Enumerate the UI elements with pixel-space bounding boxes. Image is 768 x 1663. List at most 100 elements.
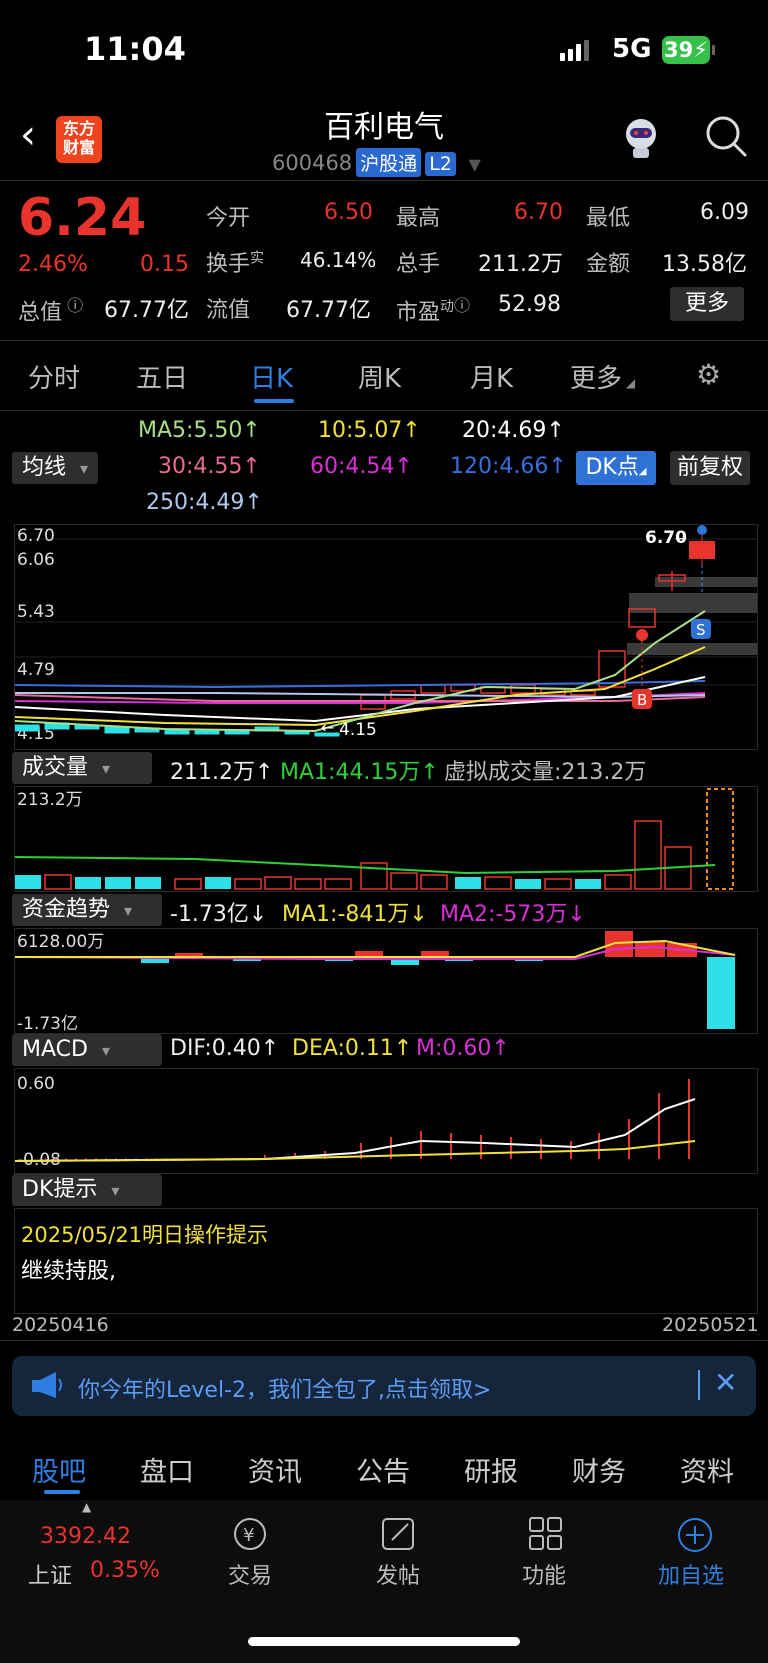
sell-marker-label: S: [696, 621, 706, 639]
capital-trend-select[interactable]: 资金趋势: [12, 894, 162, 926]
apps-icon[interactable]: [528, 1516, 564, 1559]
capital-axis-top: 6128.00万: [17, 932, 104, 952]
tab-research[interactable]: 研报: [464, 1450, 518, 1489]
stock-code-row[interactable]: 600468 沪股通 L2 ▼: [272, 148, 481, 177]
dk-tip-date: 2025/05/21明日操作提示: [21, 1223, 269, 1247]
tab-profile[interactable]: 资料: [680, 1450, 734, 1489]
market-cap-label: 总值 ⓘ: [18, 296, 84, 326]
date-start: 20250416: [12, 1314, 109, 1336]
macd-m: M:0.60↑: [416, 1036, 510, 1061]
low-label: 最低: [586, 206, 631, 231]
virtual-volume-bar: [706, 788, 734, 890]
kline-min-label: 4.15: [339, 720, 377, 740]
macd-chart[interactable]: 0.60 -0.08: [14, 1068, 758, 1174]
level2-promo-banner[interactable]: 你今年的Level-2，我们全包了,点击领取> ✕: [12, 1356, 756, 1416]
caret-up-icon: ▲: [82, 1500, 92, 1514]
open-label: 今开: [206, 206, 251, 231]
add-watchlist-icon[interactable]: [676, 1516, 714, 1561]
change-percent: 2.46%: [18, 252, 88, 277]
post-label[interactable]: 发帖: [376, 1558, 420, 1590]
tab-pankou[interactable]: 盘口: [140, 1450, 194, 1489]
tab-daily-k[interactable]: 日K: [250, 358, 293, 395]
add-watchlist-label[interactable]: 加自选: [658, 1558, 724, 1590]
ma10-label: 10:5.07↑: [318, 418, 421, 443]
svg-text:¥: ¥: [243, 1525, 254, 1546]
status-time: 11:04: [84, 30, 186, 68]
ma60-label: 60:4.54↑: [310, 454, 413, 479]
candle: [104, 726, 130, 734]
tab-more[interactable]: 更多 ◢: [570, 358, 635, 395]
close-icon[interactable]: ✕: [714, 1366, 737, 1399]
candle: [14, 724, 40, 732]
capital-svg: 6128.00万 -1.73亿: [14, 931, 736, 1034]
macd-dea: DEA:0.11↑: [292, 1036, 413, 1061]
pe-label: 市盈动ⓘ: [396, 296, 471, 326]
index-percent[interactable]: 0.35%: [90, 1558, 160, 1583]
index-value[interactable]: 3392.42: [40, 1524, 131, 1549]
capital-chart[interactable]: 6128.00万 -1.73亿: [14, 928, 758, 1034]
low-value: 6.09: [700, 200, 749, 225]
open-value: 6.50: [324, 200, 373, 225]
index-name[interactable]: 上证: [28, 1558, 72, 1590]
hands-value: 211.2万: [478, 252, 563, 277]
current-price: 6.24: [18, 188, 147, 248]
search-icon[interactable]: [704, 114, 748, 162]
volume-svg: 213.2万: [14, 788, 734, 890]
candle: [164, 729, 190, 735]
float-cap-label: 流值: [206, 298, 251, 323]
tab-five-day[interactable]: 五日: [136, 358, 188, 395]
kline-axis-2: 6.06: [17, 550, 55, 570]
macd-select[interactable]: MACD: [12, 1034, 162, 1066]
function-label[interactable]: 功能: [522, 1558, 566, 1590]
trade-label[interactable]: 交易: [228, 1558, 272, 1590]
tab-announcements[interactable]: 公告: [356, 1450, 410, 1489]
active-tab-indicator: [44, 1490, 80, 1494]
tab-news[interactable]: 资讯: [248, 1450, 302, 1489]
market-cap-value: 67.77亿: [104, 298, 189, 323]
volume-axis-top: 213.2万: [17, 790, 83, 810]
promo-text: 你今年的Level-2，我们全包了,点击领取>: [78, 1378, 492, 1403]
candle: [224, 730, 250, 735]
ma-select[interactable]: 均线: [12, 452, 99, 484]
arrow-left-icon: ←: [321, 718, 334, 737]
volume-chart[interactable]: 213.2万: [14, 786, 758, 892]
change-amount: 0.15: [140, 252, 189, 277]
dk-tip-select[interactable]: DK提示: [12, 1174, 162, 1206]
ma250-label: 250:4.49↑: [146, 490, 263, 515]
ma120-label: 120:4.66↑: [450, 454, 567, 479]
date-end: 20250521: [662, 1314, 759, 1336]
tab-weekly-k[interactable]: 周K: [358, 358, 401, 395]
ma30-label: 30:4.55↑: [158, 454, 261, 479]
volume-select[interactable]: 成交量: [12, 752, 152, 784]
capital-value: -1.73亿↓: [170, 902, 268, 927]
float-cap-value: 67.77亿: [286, 298, 371, 323]
more-quote-button[interactable]: 更多: [670, 287, 744, 321]
chevron-down-icon: ▼: [468, 155, 481, 174]
dk-zone-band: [655, 577, 757, 587]
tab-monthly-k[interactable]: 月K: [470, 358, 513, 395]
kline-svg: 6.70 6.06 5.43 4.79 4.15 S B 6.70 → ← 4.…: [14, 525, 757, 744]
adjust-button[interactable]: 前复权: [670, 451, 750, 485]
stock-code: 600468: [272, 151, 353, 175]
dk-tip-panel: 2025/05/21明日操作提示 继续持股,: [14, 1208, 758, 1314]
candle: [420, 684, 446, 694]
trade-icon[interactable]: ¥: [230, 1516, 270, 1559]
hands-label: 总手: [396, 252, 441, 277]
robot-assistant-icon[interactable]: [618, 114, 664, 160]
candle: [194, 730, 220, 735]
tab-guba[interactable]: 股吧: [32, 1450, 86, 1489]
tab-finance[interactable]: 财务: [572, 1450, 626, 1489]
ma5-label: MA5:5.50↑: [138, 418, 261, 443]
kline-chart[interactable]: 6.70 6.06 5.43 4.79 4.15 S B 6.70 → ← 4.…: [14, 524, 758, 750]
arrow-right-icon: →: [675, 531, 687, 547]
dk-tip-advice: 继续持股,: [21, 1259, 116, 1284]
gear-icon[interactable]: ⚙: [696, 358, 721, 391]
kline-axis-3: 5.43: [17, 602, 55, 622]
megaphone-icon: [30, 1370, 64, 1404]
divider: [698, 1370, 700, 1400]
tab-intraday[interactable]: 分时: [28, 358, 80, 395]
dk-point-button[interactable]: DK点◢: [576, 451, 656, 485]
post-icon[interactable]: [380, 1516, 418, 1559]
volume-value: 211.2万↑: [170, 760, 274, 785]
pe-value: 52.98: [498, 292, 561, 317]
